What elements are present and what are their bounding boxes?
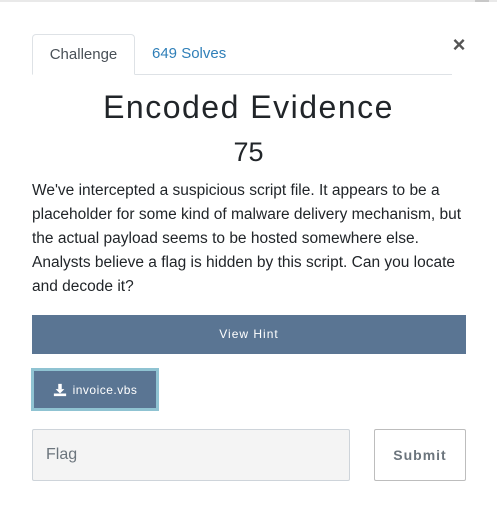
view-hint-button[interactable]: View Hint [32, 315, 466, 354]
download-file-button[interactable]: invoice.vbs [31, 368, 159, 411]
challenge-description: We've intercepted a suspicious script fi… [32, 182, 462, 295]
tab-challenge[interactable]: Challenge [32, 34, 135, 75]
download-icon [53, 383, 66, 396]
close-icon[interactable]: × [449, 33, 469, 57]
file-name-label: invoice.vbs [72, 382, 138, 397]
challenge-title: Encoded Evidence [103, 89, 394, 125]
window-top-edge [0, 0, 497, 2]
submit-button[interactable]: Submit [374, 429, 466, 481]
tab-solves[interactable]: 649 Solves [136, 34, 242, 75]
flag-input[interactable] [32, 429, 350, 481]
challenge-points: 75 [233, 137, 264, 167]
challenge-tabs: Challenge 649 Solves [32, 34, 452, 75]
